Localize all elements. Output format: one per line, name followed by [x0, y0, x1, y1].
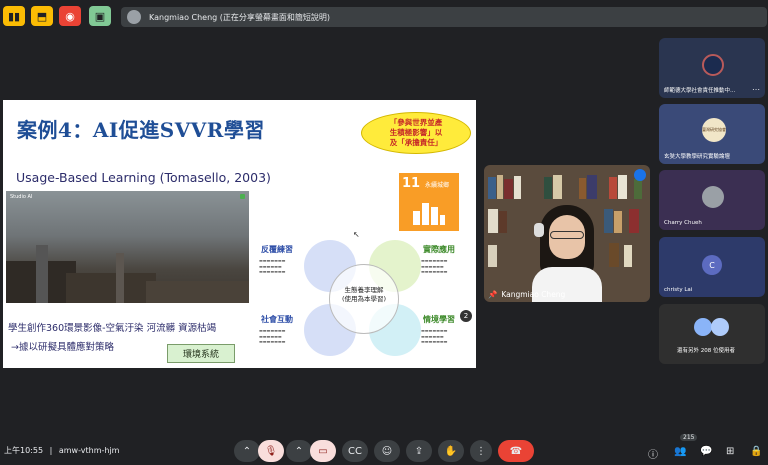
hand-icon[interactable]: ▮▮ — [3, 6, 25, 26]
pin-small-icon: 📌 — [488, 290, 498, 299]
participant-tile-1[interactable]: 師範德大學社會責任推動中... ⋯ — [659, 38, 765, 98]
participant-name-2: 玄奘大學教學研究實驗論壇 — [664, 154, 731, 160]
meet-window: ▮▮ ⬒ ◉ ▣ Kangmiao Cheng (正在分享螢幕畫面和簡短說明) … — [0, 0, 768, 465]
presenter-name-label: 📌 Kangmiao Cheng — [488, 290, 566, 299]
participant-tile-more[interactable]: 還有另外 208 位使用者 — [659, 304, 765, 364]
bottom-text-1: 學生創作360環景影像-空氣汙染 河流髒 資源枯竭 — [8, 323, 217, 334]
video-360-preview[interactable]: Studio AI — [6, 191, 249, 303]
top-bar: ▮▮ ⬒ ◉ ▣ Kangmiao Cheng (正在分享螢幕畫面和簡短說明) — [0, 0, 768, 34]
bookshelf-top — [484, 171, 650, 199]
callout-line-2: 生積極影響」以 — [389, 128, 443, 138]
record-icon[interactable]: ◉ — [59, 6, 81, 26]
quad-desc-situated: ▬▬▬▬▬▬▬ ▬▬▬▬▬▬ ▬▬▬▬▬▬▬ — [421, 328, 448, 345]
quad-label-situated: 情境學習 — [423, 315, 455, 324]
mic-off-button[interactable]: 🎙 — [258, 440, 284, 462]
shared-slide: 案例4：AI促進SVVR學習 「參與世界並產 生積極影響」以 及「承擔責任」 U… — [3, 100, 476, 368]
captions-button[interactable]: CC — [342, 440, 368, 462]
slide-pager[interactable]: 2 — [460, 310, 472, 322]
presenter-banner: Kangmiao Cheng (正在分享螢幕畫面和簡短說明) — [121, 7, 767, 27]
mic-options-button[interactable]: ⌃ — [234, 440, 260, 462]
participant-avatar-more-2 — [711, 318, 729, 336]
participant-name-3: Charry Chueh — [664, 220, 702, 226]
raise-hand-button[interactable]: ✋ — [438, 440, 464, 462]
chat-icon[interactable]: 💬 — [700, 446, 712, 457]
slide-title: 案例4：AI促進SVVR學習 — [17, 118, 265, 142]
meeting-info: 上午10:55 | amw-vthm-hjm — [4, 446, 120, 455]
quad-label-practice: 反覆練習 — [261, 245, 293, 254]
presenter-avatar — [127, 10, 141, 24]
sdg-label: 永續城鄉 — [425, 182, 450, 189]
bottom-text-2: →據以研擬具體應對策略 — [11, 342, 114, 353]
host-controls-icon[interactable]: 🔒 — [750, 446, 762, 457]
participant-name-1: 師範德大學社會責任推動中... — [664, 88, 736, 94]
environment-system-box: 環境系統 — [167, 344, 235, 363]
bottom-controls: 上午10:55 | amw-vthm-hjm ⌃ 🎙 ⌃ ▭ CC ☺ ⇪ ✋ … — [0, 437, 768, 465]
participant-tile-3[interactable]: Charry Chueh — [659, 170, 765, 230]
people-icon[interactable]: 👥 — [674, 446, 686, 457]
quad-label-social: 社會互動 — [261, 315, 293, 324]
quad-desc-practice: ▬▬▬▬▬▬▬ ▬▬▬▬▬▬ ▬▬▬▬▬▬▬ — [259, 258, 286, 275]
participant-avatar-more-1 — [694, 318, 712, 336]
camera-off-button[interactable]: ▭ — [310, 440, 336, 462]
callout-line-1: 「參與世界並產 — [389, 118, 443, 128]
camera-options-button[interactable]: ⌃ — [286, 440, 312, 462]
participant-avatar-4: C — [702, 255, 722, 275]
slide-subtitle: Usage-Based Learning (Tomasello, 2003) — [16, 170, 271, 185]
presenter-tile[interactable]: 📌 Kangmiao Cheng — [484, 165, 650, 302]
quad-desc-social: ▬▬▬▬▬▬▬ ▬▬▬▬▬▬ ▬▬▬▬▬▬▬ — [259, 328, 286, 345]
participant-count-badge: 215 — [680, 434, 698, 441]
sdg-badge: 11 永續城鄉 — [399, 173, 459, 231]
meeting-code: amw-vthm-hjm — [58, 446, 120, 455]
quad-desc-application: ▬▬▬▬▬▬▬ ▬▬▬▬▬▬ ▬▬▬▬▬▬▬ — [421, 258, 448, 275]
video-status-icon — [240, 194, 245, 199]
mouse-cursor-icon: ↖ — [353, 230, 360, 239]
city-icon — [413, 199, 445, 225]
participant-avatar-3 — [702, 186, 724, 208]
participant-tile-2[interactable]: 臺灣研究協會 玄奘大學教學研究實驗論壇 — [659, 104, 765, 164]
sdg-number: 11 — [402, 176, 421, 191]
info-icon[interactable]: ⓘ — [648, 446, 658, 461]
presenter-banner-text: Kangmiao Cheng (正在分享螢幕畫面和簡短說明) — [149, 12, 331, 22]
present-icon[interactable]: ▣ — [89, 6, 111, 26]
callout-line-3: 及「承擔責任」 — [389, 137, 443, 147]
more-options-button[interactable]: ⋮ — [470, 440, 492, 462]
participant-avatar-1 — [702, 54, 724, 76]
speaking-indicator-icon — [634, 169, 646, 181]
pin-icon[interactable]: ⬒ — [31, 6, 53, 26]
more-options-icon[interactable]: ⋯ — [752, 85, 760, 94]
quad-label-application: 實際應用 — [423, 245, 455, 254]
presenter-person — [532, 205, 602, 302]
leave-call-button[interactable]: ☎ — [498, 440, 534, 462]
center-label: 生態養李理解 (使用為本學習) — [341, 286, 387, 303]
clock-time: 上午10:55 — [4, 446, 44, 455]
participant-name-more: 還有另外 208 位使用者 — [677, 348, 735, 354]
callout-bubble: 「參與世界並產 生積極影響」以 及「承擔責任」 — [361, 112, 471, 154]
participant-tile-4[interactable]: C christy Lai — [659, 237, 765, 297]
participant-name-4: christy Lai — [664, 287, 693, 293]
present-button[interactable]: ⇪ — [406, 440, 432, 462]
activities-icon[interactable]: ⊞ — [726, 446, 734, 457]
participant-avatar-2: 臺灣研究協會 — [702, 118, 726, 142]
emoji-button[interactable]: ☺ — [374, 440, 400, 462]
video-label: Studio AI — [10, 194, 33, 200]
